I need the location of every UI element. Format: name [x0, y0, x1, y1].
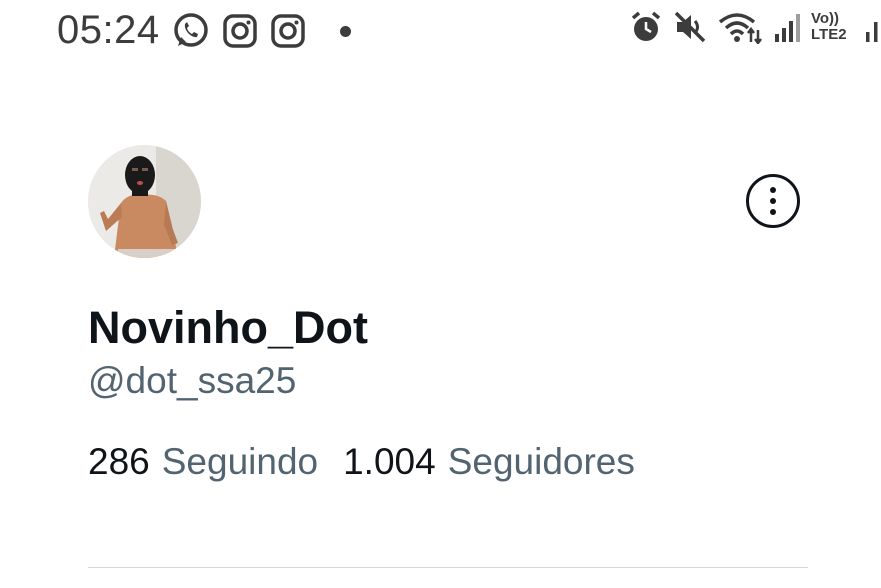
avatar[interactable] [88, 145, 201, 258]
more-options-button[interactable] [746, 174, 800, 228]
display-name: Novinho_Dot [88, 302, 368, 353]
follow-stats: 286 Seguindo 1.004 Seguidores [88, 441, 635, 483]
more-notifications-dot [340, 25, 351, 37]
more-vertical-icon [770, 187, 776, 193]
volte-bottom-label: LTE2 [811, 26, 847, 43]
following-label: Seguindo [161, 441, 319, 482]
mute-icon [673, 10, 707, 44]
signal-icon [773, 10, 801, 44]
instagram-icon [270, 13, 306, 49]
system-icons: Vo)) LTE2 [629, 10, 881, 44]
followers-label: Seguidores [447, 441, 635, 482]
divider [88, 567, 808, 568]
followers-link[interactable]: 1.004 Seguidores [343, 441, 635, 483]
more-vertical-icon-dot [770, 209, 776, 215]
notification-icons [172, 12, 351, 50]
more-vertical-icon-dot [770, 198, 776, 204]
user-handle: @dot_ssa25 [88, 360, 297, 401]
signal-icon [865, 10, 881, 44]
following-count: 286 [88, 441, 150, 482]
status-time: 05:24 [57, 8, 160, 52]
followers-count: 1.004 [343, 441, 436, 482]
following-link[interactable]: 286 Seguindo [88, 441, 318, 483]
volte-top-label: Vo)) [811, 10, 840, 27]
profile-screen: 05:24 Vo)) LTE2 Novinho_Dot @dot_ssa25 2… [0, 0, 881, 588]
instagram-icon [222, 13, 258, 49]
wifi-icon [717, 10, 763, 44]
alarm-icon [629, 10, 663, 44]
whatsapp-icon [172, 12, 210, 50]
volte-indicator: Vo)) LTE2 [811, 11, 855, 43]
